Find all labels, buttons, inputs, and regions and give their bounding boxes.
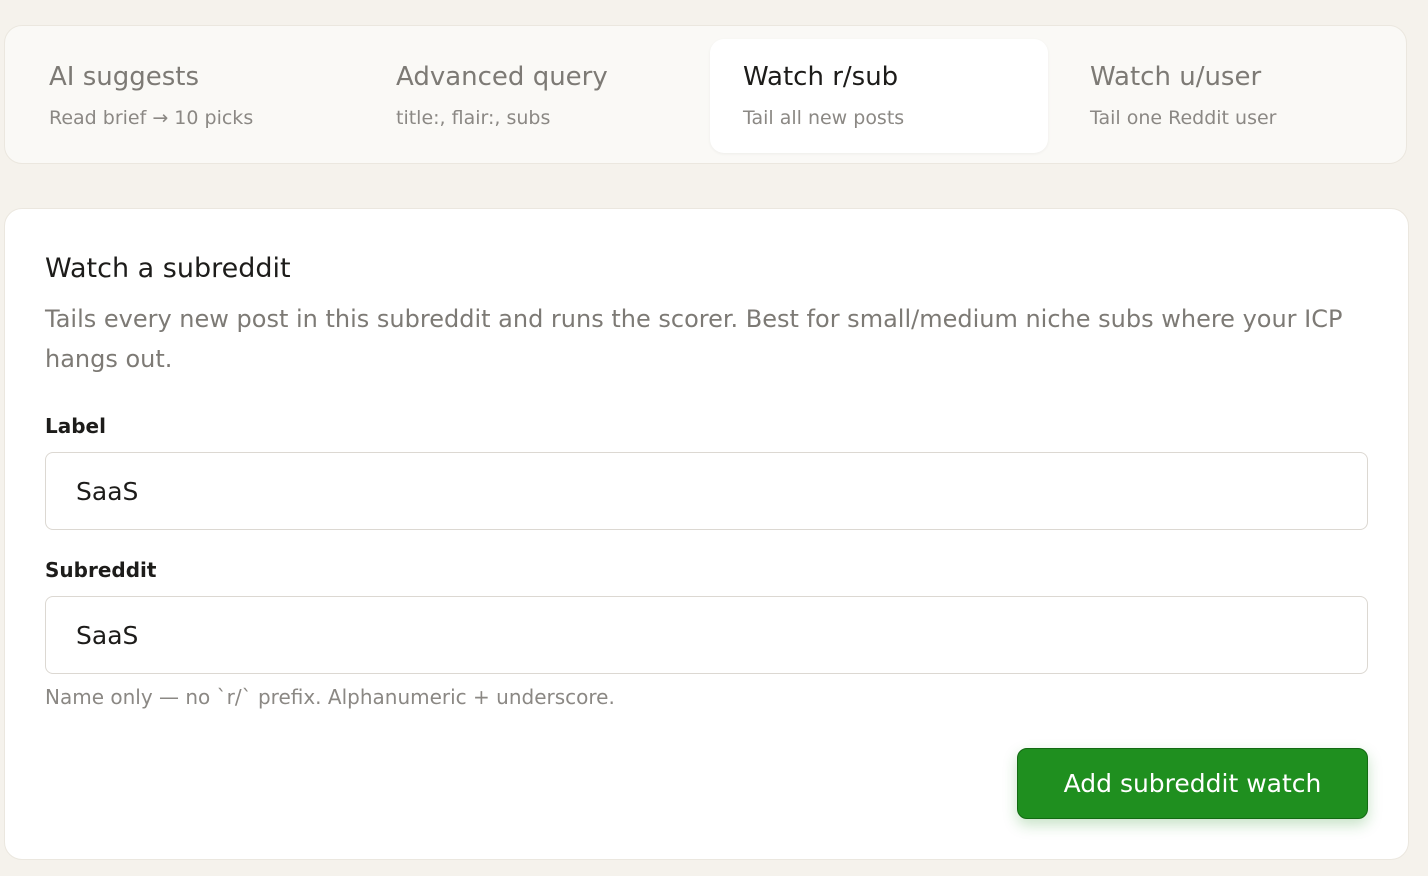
tab-subtitle: title:, flair:, subs	[396, 107, 551, 129]
subreddit-input[interactable]	[45, 596, 1368, 674]
tab-title: Advanced query	[396, 62, 608, 92]
watch-subreddit-form: Watch a subreddit Tails every new post i…	[4, 208, 1409, 860]
tab-watch-user[interactable]: Watch u/user Tail one Reddit user	[1057, 39, 1395, 153]
subreddit-hint: Name only — no `r/` prefix. Alphanumeric…	[45, 685, 615, 709]
tab-ai-suggests[interactable]: AI suggests Read brief → 10 picks	[16, 39, 354, 153]
add-subreddit-watch-button[interactable]: Add subreddit watch	[1017, 748, 1368, 819]
label-field-label: Label	[45, 414, 106, 438]
tab-title: Watch u/user	[1090, 62, 1262, 92]
tab-title: AI suggests	[49, 62, 200, 92]
tab-subtitle: Tail one Reddit user	[1090, 107, 1277, 129]
form-heading: Watch a subreddit	[45, 253, 291, 284]
tab-advanced-query[interactable]: Advanced query title:, flair:, subs	[363, 39, 701, 153]
tab-watch-subreddit[interactable]: Watch r/sub Tail all new posts	[710, 39, 1048, 153]
form-description: Tails every new post in this subreddit a…	[45, 305, 1343, 373]
tab-subtitle: Read brief → 10 picks	[49, 107, 254, 129]
tab-title: Watch r/sub	[743, 62, 899, 92]
subreddit-field-label: Subreddit	[45, 558, 157, 582]
source-tabs: AI suggests Read brief → 10 picks Advanc…	[4, 25, 1407, 164]
label-input[interactable]	[45, 452, 1368, 530]
tab-subtitle: Tail all new posts	[743, 107, 905, 129]
